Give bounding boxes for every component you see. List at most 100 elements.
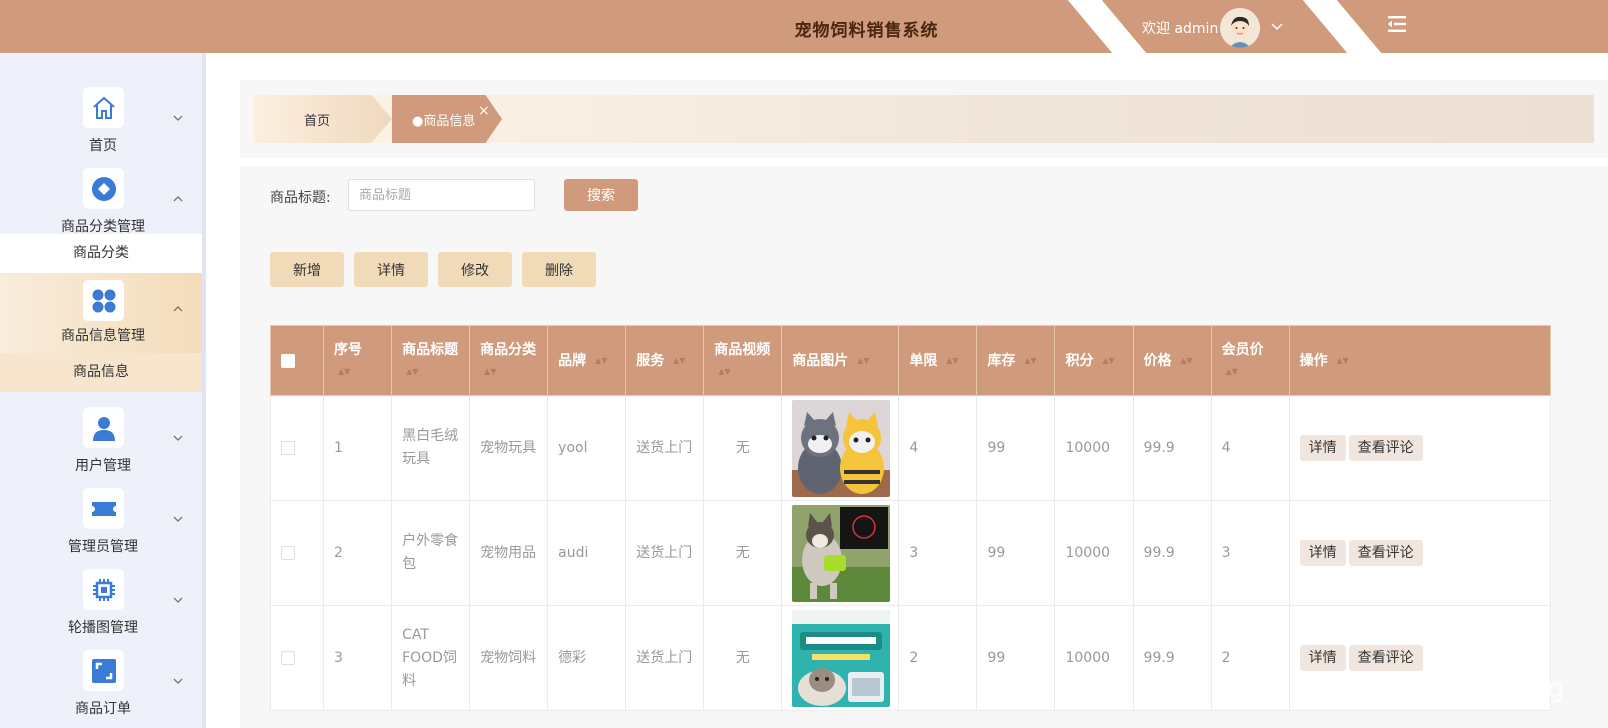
sidebar-item-goods-management[interactable]: 商品信息管理 xyxy=(0,273,202,353)
column-header[interactable]: 操作 ▲▼ xyxy=(1288,325,1552,396)
column-header[interactable]: 价格 ▲▼ xyxy=(1132,325,1212,396)
chevron-down-icon[interactable] xyxy=(1270,20,1284,38)
delete-button[interactable]: 删除 xyxy=(522,252,596,287)
table-row[interactable]: 1 黑白毛绒玩具 宠物玩具 yool 送货上门 无 4 99 10000 99.… xyxy=(269,395,1552,501)
close-icon[interactable]: × xyxy=(478,103,490,119)
sort-icon[interactable]: ▲▼ xyxy=(406,367,418,376)
goods-table: 序号 ▲▼ 商品标题 ▲▼ 商品分类 ▲▼ 品牌 ▲▼ 服务 ▲▼ 商品视频 ▲… xyxy=(269,325,1552,711)
cell-points: 10000 xyxy=(1054,605,1134,711)
cell-vip-price: 3 xyxy=(1210,500,1290,606)
row-detail-button[interactable]: 详情 xyxy=(1299,435,1346,461)
menu-fold-icon[interactable] xyxy=(1387,14,1407,38)
row-checkbox[interactable] xyxy=(281,650,295,665)
sort-icon[interactable]: ▲▼ xyxy=(1337,356,1349,365)
chevron-up-icon xyxy=(172,303,184,319)
sort-icon[interactable]: ▲▼ xyxy=(718,367,730,376)
sidebar-item-admin-management[interactable]: 管理员管理 xyxy=(0,483,202,565)
tab-label: ●商品信息 xyxy=(412,113,476,129)
sort-icon[interactable]: ▲▼ xyxy=(1226,367,1238,376)
detail-button[interactable]: 详情 xyxy=(354,252,428,287)
search-label: 商品标题: xyxy=(270,190,331,206)
sidebar-item-carousel-management[interactable]: 轮播图管理 xyxy=(0,564,202,646)
column-header[interactable]: 商品分类 ▲▼ xyxy=(469,325,549,396)
chevron-down-icon xyxy=(172,594,184,610)
sort-icon[interactable]: ▲▼ xyxy=(595,356,607,365)
main-area: 首页 ●商品信息 × 商品标题: 搜索 新增 详情 修改 删除 序号 ▲▼ 商品… xyxy=(206,53,1608,728)
table-header-row: 序号 ▲▼ 商品标题 ▲▼ 商品分类 ▲▼ 品牌 ▲▼ 服务 ▲▼ 商品视频 ▲… xyxy=(269,325,1552,396)
avatar[interactable] xyxy=(1220,8,1260,48)
cell-stock: 99 xyxy=(976,605,1056,711)
sort-icon[interactable]: ▲▼ xyxy=(1180,356,1192,365)
cell-actions: 详情 查看评论 xyxy=(1288,395,1552,501)
column-header[interactable]: 单限 ▲▼ xyxy=(898,325,978,396)
welcome-text: 欢迎 admin xyxy=(1142,21,1219,37)
cell-vip-price: 2 xyxy=(1210,605,1290,711)
column-header[interactable]: 会员价 ▲▼ xyxy=(1210,325,1290,396)
cell-brand: 德彩 xyxy=(547,605,627,711)
sort-icon[interactable]: ▲▼ xyxy=(857,356,869,365)
row-checkbox[interactable] xyxy=(281,440,295,455)
ticket-icon xyxy=(83,488,124,529)
sidebar-item-orders[interactable]: 商品订单 xyxy=(0,645,202,727)
cell-title: 户外零食包 xyxy=(391,500,471,606)
column-header[interactable]: 商品视频 ▲▼ xyxy=(703,325,783,396)
product-image-dog-snack-bag[interactable] xyxy=(792,504,891,602)
add-button[interactable]: 新增 xyxy=(270,252,344,287)
view-reviews-button[interactable]: 查看评论 xyxy=(1348,540,1423,566)
column-header[interactable]: 品牌 ▲▼ xyxy=(547,325,627,396)
column-header[interactable]: 库存 ▲▼ xyxy=(976,325,1056,396)
search-button[interactable]: 搜索 xyxy=(564,179,638,211)
select-all-checkbox[interactable] xyxy=(281,353,295,368)
sort-icon[interactable]: ▲▼ xyxy=(946,356,958,365)
cell-limit: 2 xyxy=(898,605,978,711)
sidebar-item-label: 管理员管理 xyxy=(68,539,138,555)
row-checkbox[interactable] xyxy=(281,545,295,560)
grid-icon xyxy=(83,280,124,321)
content-panel: 商品标题: 搜索 新增 详情 修改 删除 序号 ▲▼ 商品标题 ▲▼ 商品分类 … xyxy=(240,166,1608,728)
tab-bar: 首页 ●商品信息 × xyxy=(240,80,1608,158)
row-select-cell xyxy=(269,395,325,501)
diamond-icon xyxy=(83,168,124,209)
cell-brand: yool xyxy=(547,395,627,501)
chevron-down-icon xyxy=(172,432,184,448)
submenu-item-goods-info[interactable]: 商品信息 xyxy=(0,353,202,392)
sidebar-item-user-management[interactable]: 用户管理 xyxy=(0,402,202,484)
cell-actions: 详情 查看评论 xyxy=(1288,500,1552,606)
sort-icon[interactable]: ▲▼ xyxy=(1102,356,1114,365)
cell-limit: 4 xyxy=(898,395,978,501)
chevron-up-icon xyxy=(172,193,184,209)
cell-title: 黑白毛绒玩具 xyxy=(391,395,471,501)
watermark-text: CSDN @森森 coding xyxy=(1292,673,1565,704)
cell-image xyxy=(781,500,900,606)
cell-image xyxy=(781,395,900,501)
submenu-item-category[interactable]: 商品分类 xyxy=(0,234,202,273)
row-select-cell xyxy=(269,500,325,606)
user-icon xyxy=(83,407,124,448)
row-detail-button[interactable]: 详情 xyxy=(1299,540,1346,566)
column-header[interactable]: 序号 ▲▼ xyxy=(323,325,393,396)
view-reviews-button[interactable]: 查看评论 xyxy=(1348,435,1423,461)
table-row[interactable]: 2 户外零食包 宠物用品 audi 送货上门 无 3 99 10000 99.9… xyxy=(269,500,1552,606)
sort-icon[interactable]: ▲▼ xyxy=(673,356,685,365)
tab-home[interactable]: 首页 xyxy=(254,95,392,143)
column-header[interactable]: 积分 ▲▼ xyxy=(1054,325,1134,396)
sidebar-item-label: 商品信息管理 xyxy=(61,328,145,344)
sort-icon[interactable]: ▲▼ xyxy=(338,367,350,376)
sort-icon[interactable]: ▲▼ xyxy=(484,367,496,376)
edit-button[interactable]: 修改 xyxy=(438,252,512,287)
sidebar-item-category-management[interactable]: 商品分类管理 xyxy=(0,163,202,245)
sort-icon[interactable]: ▲▼ xyxy=(1024,356,1036,365)
cell-points: 10000 xyxy=(1054,395,1134,501)
product-image-cat-food[interactable] xyxy=(792,609,891,707)
cell-video: 无 xyxy=(703,395,783,501)
row-select-cell xyxy=(269,605,325,711)
cell-category: 宠物用品 xyxy=(469,500,549,606)
search-input[interactable] xyxy=(348,179,535,211)
column-header[interactable]: 服务 ▲▼ xyxy=(625,325,705,396)
sidebar-item-home[interactable]: 首页 xyxy=(0,82,202,164)
column-header[interactable]: 商品标题 ▲▼ xyxy=(391,325,471,396)
product-image-cat-plush[interactable] xyxy=(792,399,891,497)
column-header[interactable]: 商品图片 ▲▼ xyxy=(781,325,900,396)
expand-icon xyxy=(83,650,124,691)
cell-price: 99.9 xyxy=(1132,395,1212,501)
